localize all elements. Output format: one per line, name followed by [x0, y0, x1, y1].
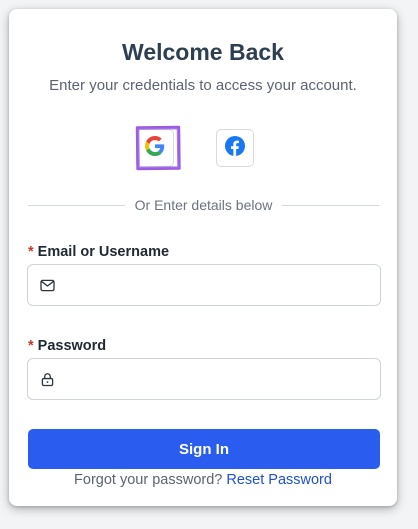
password-label: * Password — [28, 338, 106, 354]
facebook-icon — [225, 135, 245, 161]
page-subtitle: Enter your credentials to access your ac… — [49, 77, 357, 94]
email-field-wrapper[interactable] — [27, 264, 381, 306]
password-field-wrapper[interactable] — [27, 358, 381, 400]
divider: Or Enter details below — [28, 195, 380, 215]
divider-line-left — [28, 204, 125, 206]
password-label-text: Password — [37, 338, 107, 354]
login-card: Welcome Back Enter your credentials to a… — [9, 9, 397, 506]
password-input[interactable] — [63, 359, 372, 399]
google-icon — [145, 135, 165, 161]
forgot-password-row: Forgot your password? Reset Password — [9, 472, 397, 488]
required-marker: * — [28, 244, 34, 260]
email-label-text: Email or Username — [37, 244, 170, 260]
facebook-signin-button[interactable] — [216, 129, 254, 167]
divider-text: Or Enter details below — [134, 197, 273, 213]
google-signin-button[interactable] — [136, 129, 174, 167]
email-label: * Email or Username — [28, 244, 169, 260]
mail-icon — [39, 277, 55, 293]
sign-in-button[interactable]: Sign In — [28, 429, 380, 469]
forgot-password-text: Forgot your password? — [74, 472, 223, 488]
email-input[interactable] — [63, 265, 372, 305]
page-title: Welcome Back — [122, 39, 284, 65]
lock-icon — [39, 371, 55, 387]
required-marker: * — [28, 338, 34, 354]
divider-line-right — [282, 204, 380, 206]
reset-password-link[interactable]: Reset Password — [226, 472, 332, 488]
